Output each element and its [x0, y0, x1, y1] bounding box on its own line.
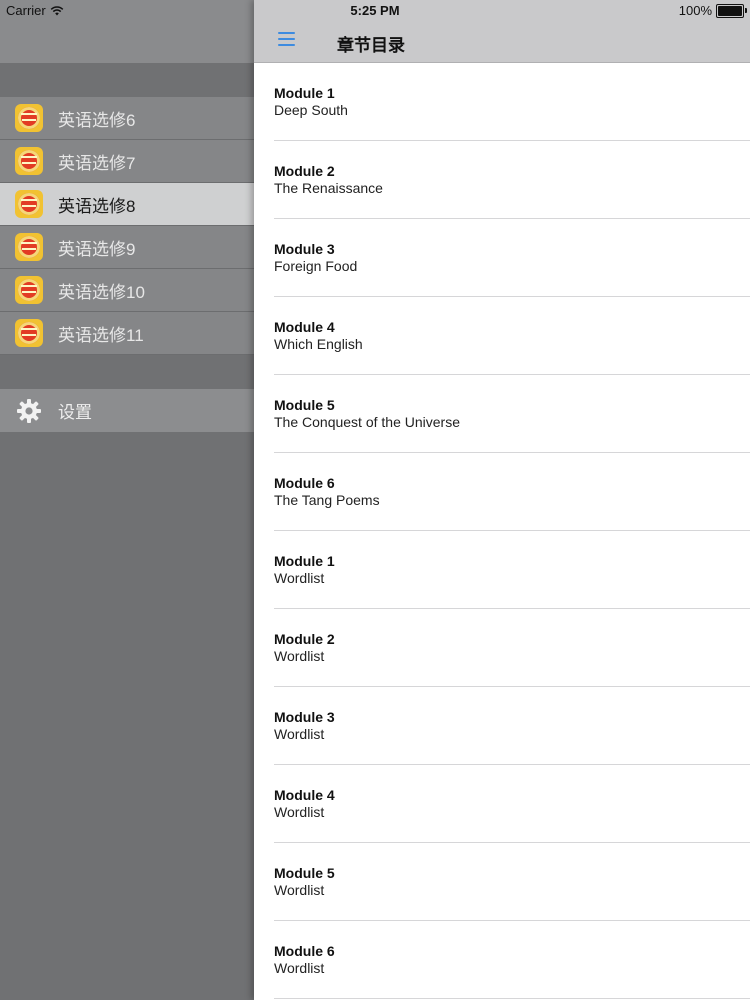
chapter-title: Module 2 — [274, 631, 335, 647]
chapter-subtitle: Deep South — [274, 102, 348, 118]
chapter-list: Module 1 Deep South Module 2 The Renaissanc… — [254, 63, 750, 999]
chapter-title: Module 3 — [274, 241, 335, 257]
chapter-subtitle: Wordlist — [274, 960, 325, 976]
sidebar-book-item[interactable]: 英语选修7 — [0, 140, 254, 183]
sidebar-book-label: 英语选修10 — [58, 282, 145, 302]
chapter-title: Module 1 — [274, 553, 335, 569]
chapter-title: Module 2 — [274, 163, 335, 179]
chapter-subtitle: The Renaissance — [274, 180, 383, 196]
sidebar-book-item[interactable]: 英语选修11 — [0, 312, 254, 355]
chapter-subtitle: Wordlist — [274, 726, 325, 742]
book-cover-icon — [15, 276, 43, 304]
chapter-subtitle: The Tang Poems — [274, 492, 380, 508]
sidebar-book-item[interactable]: 英语选修10 — [0, 269, 254, 312]
chapter-row[interactable]: Module 4 Which English — [274, 297, 750, 375]
battery-percent: 100% — [678, 3, 712, 18]
battery-icon — [716, 3, 747, 18]
chapter-title: Module 3 — [274, 709, 335, 725]
chapter-subtitle: Which English — [274, 336, 363, 352]
chapter-subtitle: Wordlist — [274, 648, 325, 664]
chapter-row[interactable]: Module 3 Wordlist — [274, 687, 750, 765]
chapter-title: Module 5 — [274, 865, 335, 881]
chapter-row[interactable]: Module 1 Wordlist — [274, 531, 750, 609]
book-list: 英语选修6 英语选修7 英语选修8 英语选修9 英语选修10 英语选修11 — [0, 97, 254, 355]
chapter-title: Module 6 — [274, 475, 335, 491]
settings-label: 设置 — [58, 403, 92, 422]
sidebar-book-label: 英语选修6 — [58, 110, 136, 130]
status-right: 100% — [678, 3, 747, 18]
settings-item[interactable]: 设置 — [0, 389, 254, 432]
chapter-title: Module 4 — [274, 319, 335, 335]
chapter-row[interactable]: Module 3 Foreign Food — [274, 219, 750, 297]
sidebar-book-label: 英语选修9 — [58, 239, 136, 259]
chapter-row[interactable]: Module 2 Wordlist — [274, 609, 750, 687]
chapter-row[interactable]: Module 4 Wordlist — [274, 765, 750, 843]
chapter-row[interactable]: Module 6 The Tang Poems — [274, 453, 750, 531]
chapter-subtitle: Foreign Food — [274, 258, 358, 274]
chapter-row[interactable]: Module 5 The Conquest of the Universe — [274, 375, 750, 453]
gear-icon — [17, 398, 41, 423]
chapter-title: Module 6 — [274, 943, 335, 959]
book-cover-icon — [15, 147, 43, 175]
status-bar: Carrier 5:25 PM 100% — [0, 0, 750, 22]
page-title-text: 章节目录 — [337, 36, 405, 55]
book-cover-icon — [15, 233, 43, 261]
chapter-row[interactable]: Module 1 Deep South — [274, 63, 750, 141]
book-cover-icon — [15, 319, 43, 347]
chapter-title: Module 5 — [274, 397, 335, 413]
sidebar-book-item[interactable]: 英语选修9 — [0, 226, 254, 269]
book-cover-icon — [15, 190, 43, 218]
side-menu: 英语选修6 英语选修7 英语选修8 英语选修9 英语选修10 英语选修11 设置 — [0, 0, 254, 1000]
chapter-subtitle: The Conquest of the Universe — [274, 414, 460, 430]
chapter-row[interactable]: Module 6 Wordlist — [274, 921, 750, 999]
sidebar-book-label: 英语选修7 — [58, 153, 136, 173]
status-time: 5:25 PM — [350, 3, 400, 18]
chapter-title: Module 4 — [274, 787, 335, 803]
book-cover-icon — [15, 104, 43, 132]
side-menu-spacer — [0, 63, 254, 97]
chapter-subtitle: Wordlist — [274, 804, 325, 820]
sidebar-book-item[interactable]: 英语选修6 — [0, 97, 254, 140]
sidebar-book-label: 英语选修11 — [58, 325, 144, 345]
chapter-subtitle: Wordlist — [274, 882, 325, 898]
main-panel: 章节目录 Module 1 Deep South Module 2 The Renai… — [254, 0, 750, 1000]
page-title: 章节目录 — [0, 31, 750, 56]
sidebar-book-label: 英语选修8 — [58, 196, 136, 216]
chapter-title: Module 1 — [274, 85, 335, 101]
chapter-row[interactable]: Module 5 Wordlist — [274, 843, 750, 921]
sidebar-book-item[interactable]: 英语选修8 — [0, 183, 254, 226]
chapter-row[interactable]: Module 2 The Renaissance — [274, 141, 750, 219]
chapter-subtitle: Wordlist — [274, 570, 325, 586]
